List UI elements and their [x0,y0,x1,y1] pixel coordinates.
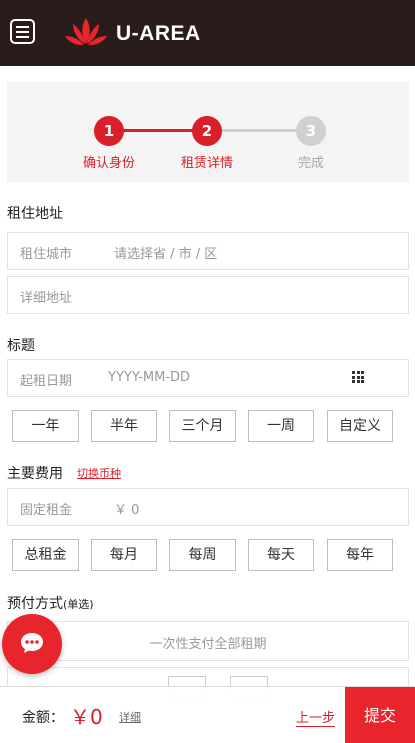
start-date-placeholder: YYYY-MM-DD [108,370,191,385]
period-total[interactable]: 总租金 [12,539,79,571]
previous-step-link[interactable]: 上一步 [296,707,336,727]
app-header: U-AREA [0,0,415,66]
fixed-rent-input[interactable]: 固定租金 ￥ 0 [7,488,409,526]
fees-section-title: 主要费用 [7,466,63,482]
lotus-logo-icon [65,18,107,46]
city-placeholder: 请选择省 / 市 / 区 [114,247,218,262]
menu-icon[interactable] [10,19,35,44]
detail-address-placeholder: 详细地址 [20,291,73,306]
step-3-circle: 3 [296,116,326,146]
payment-full-option[interactable]: 一次性支付全部租期 [7,621,409,661]
duration-one-year[interactable]: 一年 [12,410,79,442]
chat-bubble-icon [21,633,43,653]
payment-section-title: 预付方式(单选) [7,593,94,613]
duration-half-year[interactable]: 半年 [91,410,157,442]
period-yearly[interactable]: 每年 [327,539,393,571]
switch-currency-link[interactable]: 切换币种 [77,465,121,481]
submit-button[interactable]: 提交 [345,687,415,743]
calendar-icon[interactable] [352,371,364,383]
progress-steps: 1 2 3 确认身份 租赁详情 完成 [7,82,409,182]
step-2-circle: 2 [192,116,222,146]
city-label: 租住城市 [20,247,73,262]
address-section-title: 租住地址 [7,206,63,222]
duration-three-months[interactable]: 三个月 [169,410,236,442]
period-monthly[interactable]: 每月 [91,539,157,571]
fixed-rent-label: 固定租金 [20,503,73,518]
payment-custom-option[interactable] [7,667,409,698]
fixed-rent-value: ￥ 0 [114,503,140,518]
city-select[interactable]: 租住城市 请选择省 / 市 / 区 [7,232,409,270]
detail-link[interactable]: 详细 [119,709,141,725]
step-1-circle: 1 [94,116,124,146]
duration-one-week[interactable]: 一周 [248,410,314,442]
payment-title-text: 预付方式 [7,596,63,612]
brand-name: U-AREA [116,22,201,45]
payment-single-note: (单选) [63,598,94,611]
period-weekly[interactable]: 每周 [169,539,236,571]
step-2-label: 租赁详情 [180,156,233,171]
title-section-title: 标题 [7,338,35,354]
payment-full-label: 一次性支付全部租期 [149,637,267,652]
amount-value: ￥0 [70,705,103,729]
chat-button[interactable] [2,614,62,674]
start-date-input[interactable]: 起租日期 YYYY-MM-DD [7,359,409,397]
period-daily[interactable]: 每天 [248,539,314,571]
bottom-bar: 金额： ￥0 详细 上一步 提交 [0,686,415,743]
step-1-label: 确认身份 [82,156,135,171]
start-date-label: 起租日期 [20,374,73,389]
duration-custom[interactable]: 自定义 [327,410,393,442]
amount-label: 金额： [22,710,64,726]
step-3-label: 完成 [297,156,324,171]
detail-address-input[interactable]: 详细地址 [7,276,409,314]
